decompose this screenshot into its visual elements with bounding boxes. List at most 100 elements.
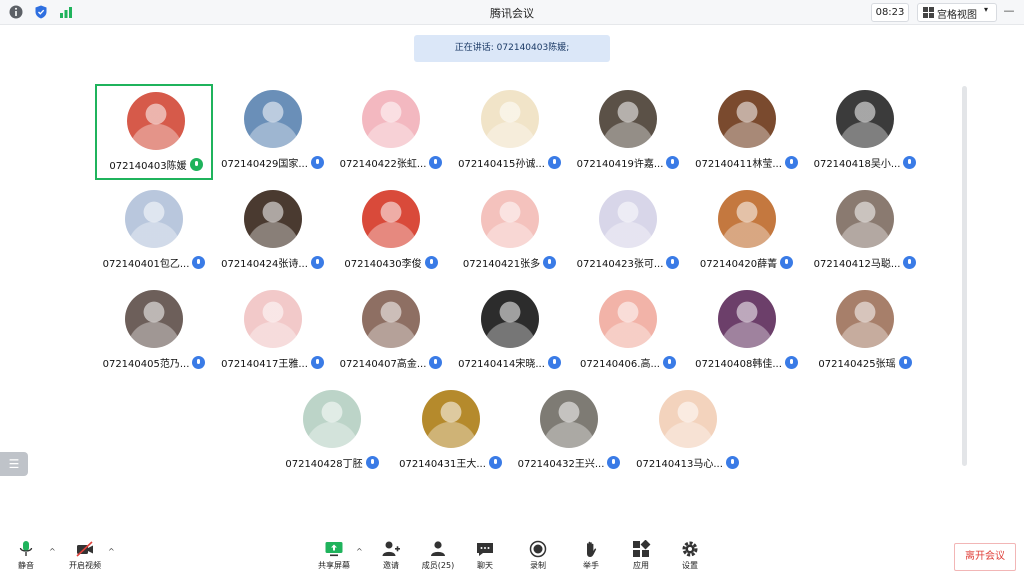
participant-tile[interactable]: 072140401包乙... (95, 184, 213, 280)
grid-scrollbar[interactable] (962, 86, 967, 466)
avatar (421, 390, 480, 448)
participant-tile[interactable]: 072140424张诗... (214, 184, 332, 280)
minimize-button[interactable]: — (1000, 2, 1018, 20)
participant-name: 072140411林莹... (695, 158, 782, 170)
microphone-icon (310, 355, 324, 369)
participant-name: 072140408韩佳... (695, 358, 782, 370)
video-label: 开启视频 (69, 561, 101, 570)
participant-name-row: 072140418吴小... (806, 154, 924, 170)
avatar (362, 190, 420, 248)
record-button[interactable]: 录制 (516, 540, 560, 571)
participant-tile[interactable]: 072140412马聪... (806, 184, 924, 280)
participant-name-row: 072140414宋晓... (451, 354, 569, 370)
participant-name-row: 072140429国家... (214, 154, 332, 170)
participant-name-row: 072140401包乙... (95, 254, 213, 270)
participant-tile[interactable]: 072140419许嘉... (569, 84, 687, 180)
video-options-caret[interactable]: ^ (108, 547, 115, 556)
participant-name: 072140403陈媛 (109, 160, 187, 172)
participant-name-row: 072140423张可... (569, 254, 687, 270)
chevron-down-icon: ▾ (984, 5, 989, 14)
share-screen-label: 共享屏幕 (318, 561, 350, 570)
microphone-icon (662, 355, 676, 369)
participant-tile[interactable]: 072140407高金... (332, 284, 450, 380)
raise-hand-button[interactable]: 举手 (569, 540, 613, 571)
invite-label: 邀请 (383, 561, 399, 570)
participant-tile[interactable]: 072140420薛菁 (688, 184, 806, 280)
invite-button[interactable]: 邀请 (369, 540, 413, 571)
avatar (540, 390, 598, 448)
microphone-icon (429, 155, 443, 169)
participant-name-row: 072140407高金... (332, 354, 450, 370)
microphone-icon (547, 355, 561, 369)
mute-options-caret[interactable]: ^ (49, 547, 56, 556)
participant-name-row: 072140420薛菁 (688, 254, 806, 270)
participant-tile[interactable]: 072140430李俊 (332, 184, 450, 280)
participant-name-row: 072140421张多 (451, 254, 569, 270)
participant-tile[interactable]: 072140429国家... (214, 84, 332, 180)
participant-tile[interactable]: 072140408韩佳... (688, 284, 806, 380)
side-panel-toggle[interactable]: ☰ (0, 452, 28, 476)
microphone-icon (607, 455, 621, 469)
members-icon (428, 540, 448, 558)
list-icon: ☰ (8, 457, 20, 471)
settings-button[interactable]: 设置 (668, 540, 712, 571)
avatar (480, 290, 539, 348)
participant-name: 072140414宋晓... (458, 358, 545, 370)
participant-name: 072140423张可... (576, 258, 664, 270)
avatar (717, 290, 776, 348)
participant-name: 072140407高金... (339, 358, 427, 370)
microphone-icon (903, 255, 917, 269)
video-off-icon (75, 540, 95, 558)
participant-tile[interactable]: 072140418吴小... (806, 84, 924, 180)
microphone-icon (903, 155, 917, 169)
chat-button[interactable]: 聊天 (463, 540, 507, 571)
participant-name-row: 072140432王兴... (510, 454, 628, 470)
participant-tile[interactable]: 072140422张虹... (332, 84, 450, 180)
microphone-icon (784, 155, 798, 169)
microphone-icon (16, 540, 36, 558)
apps-label: 应用 (633, 561, 649, 570)
microphone-icon (429, 355, 443, 369)
participant-tile[interactable]: 072140423张可... (569, 184, 687, 280)
participant-tile[interactable]: 072140405范乃... (95, 284, 213, 380)
participant-tile[interactable]: 072140411林莹... (688, 84, 806, 180)
participant-name: 072140429国家... (221, 158, 308, 170)
video-button[interactable]: 开启视频 (63, 540, 107, 571)
view-switch-button[interactable]: 宫格视图 ▾ (917, 3, 997, 22)
microphone-icon (725, 455, 739, 469)
mute-button[interactable]: 静音 (4, 540, 48, 571)
members-button[interactable]: 成员(25) (416, 540, 460, 571)
participant-tile[interactable]: 072140415孙诚... (451, 84, 569, 180)
avatar (125, 290, 183, 348)
leave-meeting-button[interactable]: 离开会议 (954, 543, 1016, 571)
participant-tile[interactable]: 072140428丁胚 (273, 384, 391, 480)
participant-name-row: 072140411林莹... (688, 154, 806, 170)
avatar (125, 190, 183, 248)
participant-tile[interactable]: 072140413马心... (629, 384, 747, 480)
participant-name: 072140406.高... (580, 358, 660, 370)
avatar (717, 190, 776, 248)
participant-tile[interactable]: 072140414宋晓... (451, 284, 569, 380)
participant-name: 072140431王大... (399, 458, 486, 470)
participant-tile[interactable]: 072140421张多 (451, 184, 569, 280)
avatar (836, 290, 894, 348)
share-screen-button[interactable]: 共享屏幕 (312, 540, 356, 571)
speaking-banner: 正在讲话: 072140403陈媛; (414, 35, 610, 62)
microphone-icon (192, 255, 206, 269)
participant-name-row: 072140430李俊 (332, 254, 450, 270)
record-icon (528, 540, 548, 558)
microphone-icon (310, 155, 324, 169)
view-label: 宫格视图 (937, 10, 977, 21)
avatar (362, 90, 420, 148)
participant-tile[interactable]: 072140432王兴... (510, 384, 628, 480)
participant-tile[interactable]: 072140425张瑶 (806, 284, 924, 380)
participant-tile[interactable]: 072140403陈媛 (95, 84, 213, 180)
participant-tile[interactable]: 072140417王雅... (214, 284, 332, 380)
participant-tile[interactable]: 072140406.高... (569, 284, 687, 380)
avatar (243, 190, 302, 248)
participant-tile[interactable]: 072140431王大... (392, 384, 510, 480)
apps-button[interactable]: 应用 (619, 539, 663, 571)
microphone-icon (189, 157, 203, 171)
share-options-caret[interactable]: ^ (356, 547, 363, 556)
avatar (303, 390, 361, 448)
